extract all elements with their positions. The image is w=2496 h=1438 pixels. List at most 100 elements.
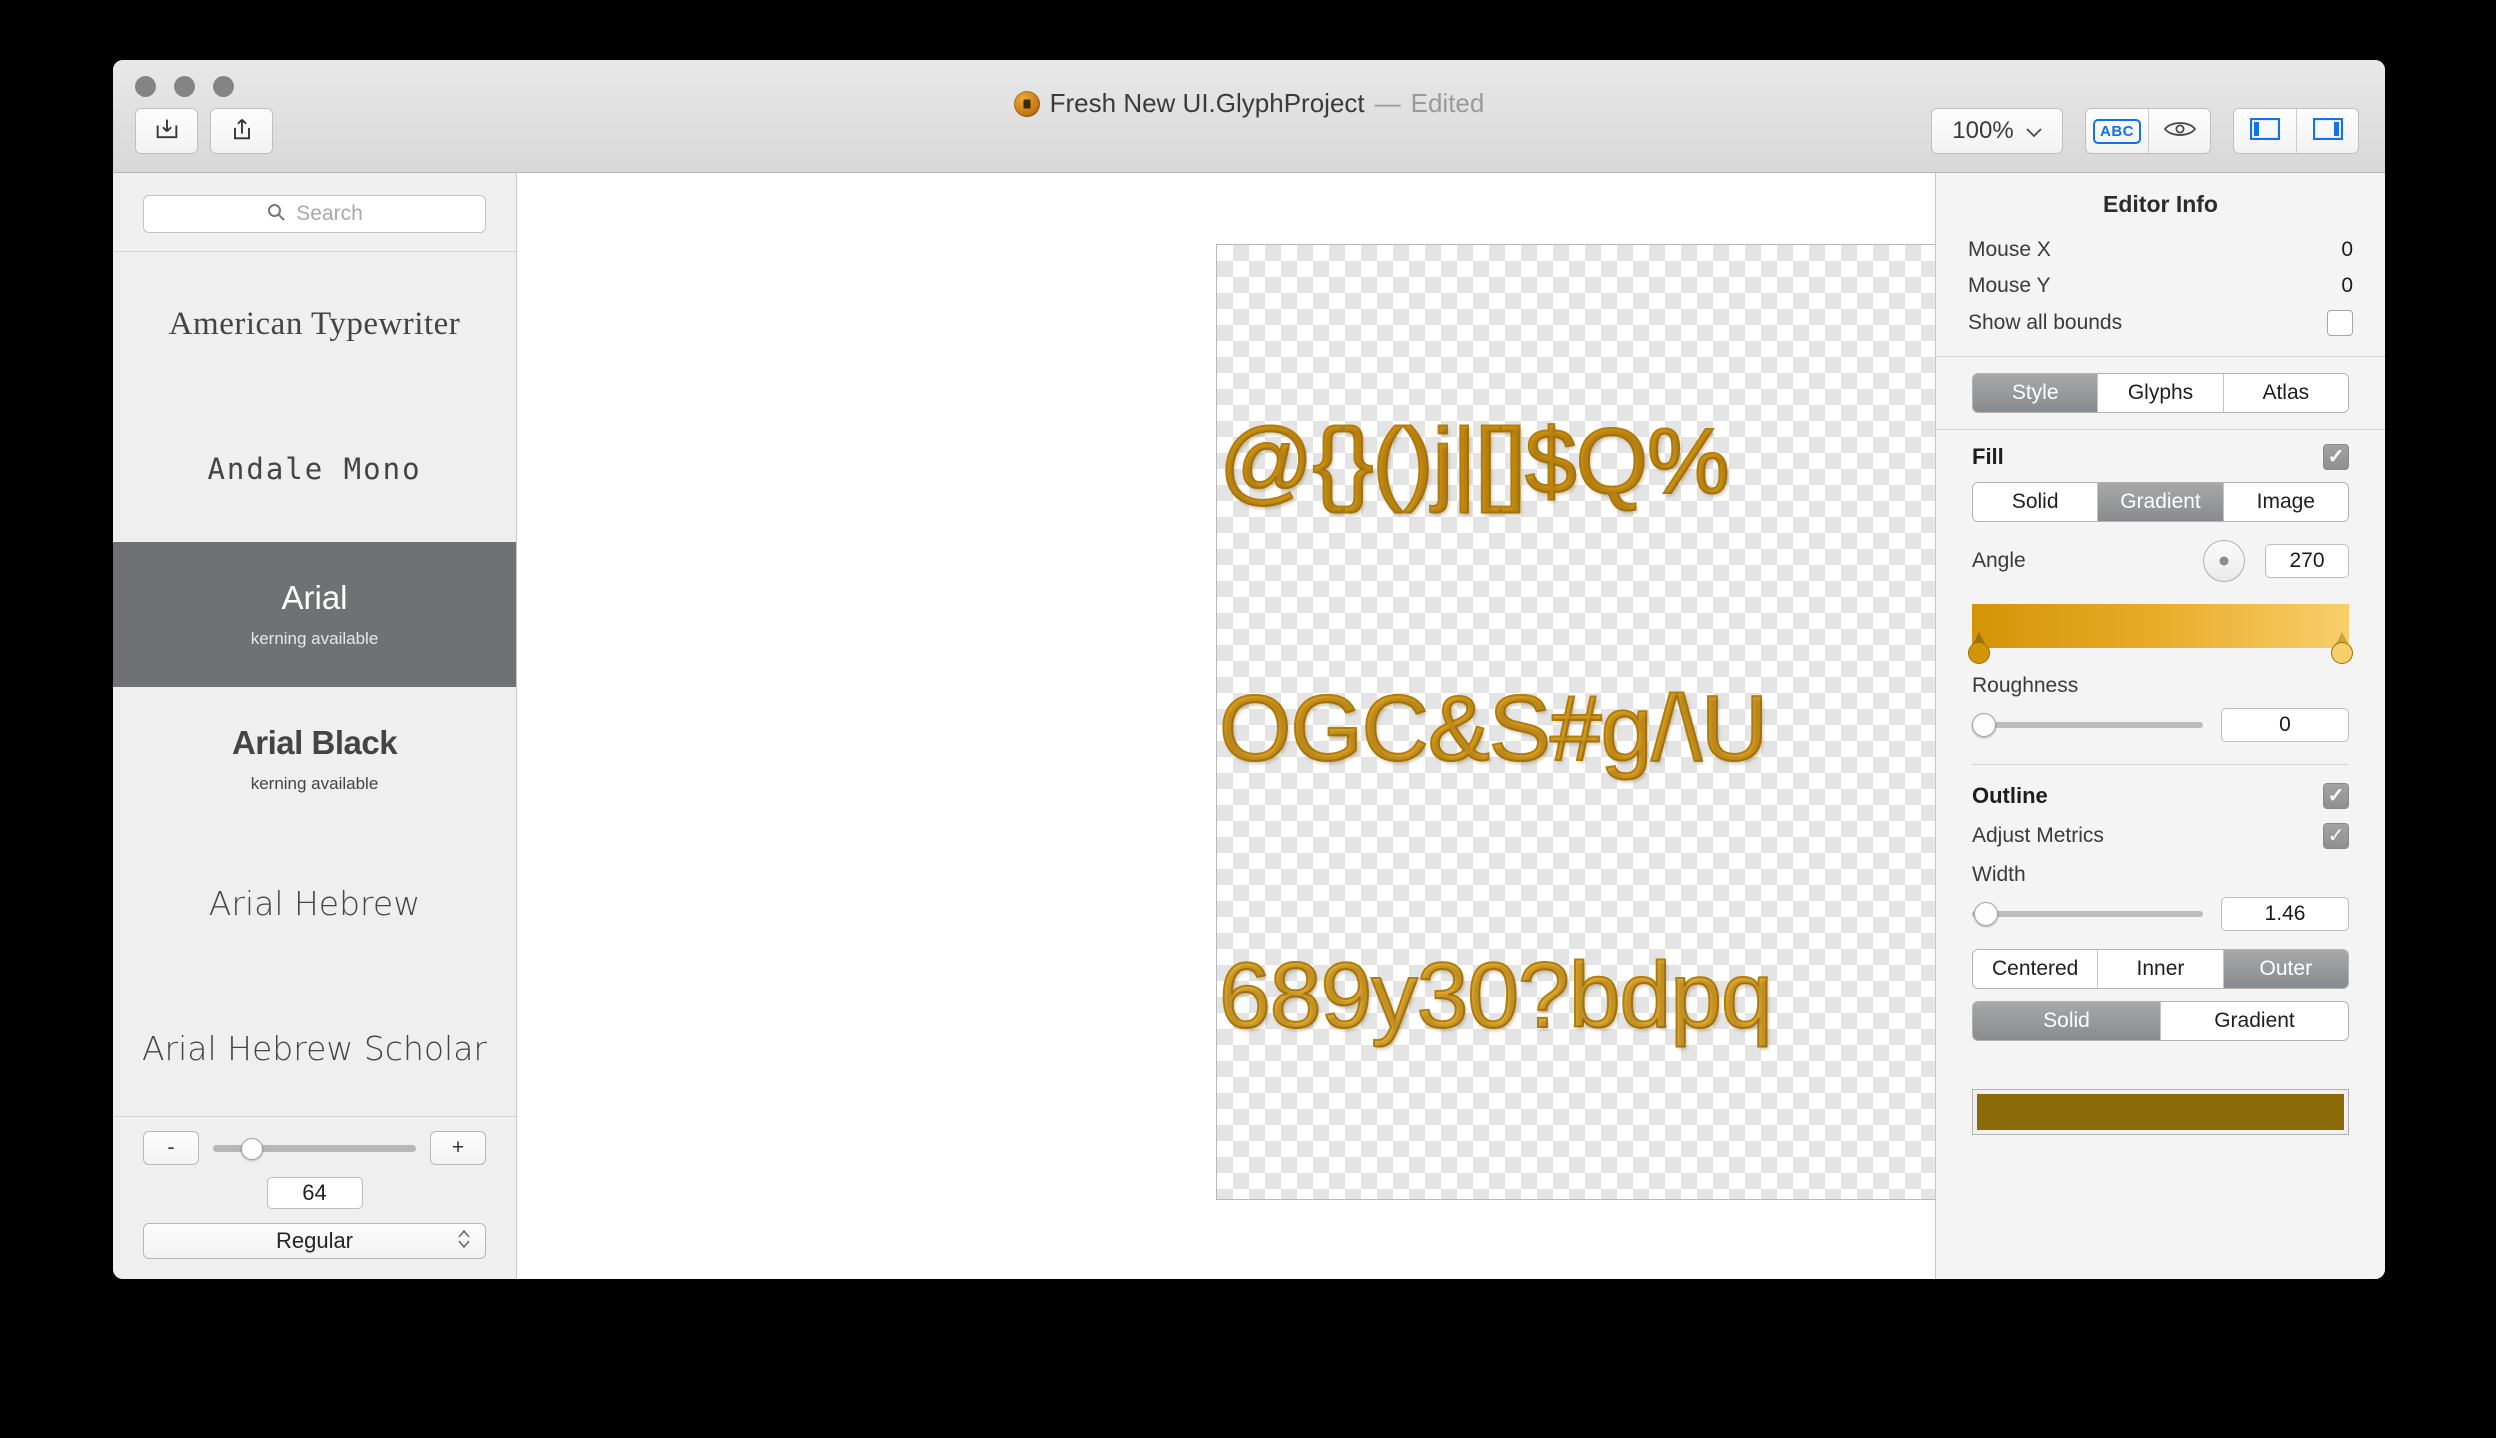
search-container: Search: [113, 173, 516, 252]
toggle-right-sidebar-button[interactable]: [2296, 109, 2358, 153]
fill-mode-image[interactable]: Image: [2222, 483, 2348, 521]
zoom-level-value: 100%: [1952, 117, 2014, 144]
font-list-item[interactable]: American Typewriter: [113, 252, 516, 397]
glyph-row: OGC&S#g/\U: [1218, 676, 1769, 780]
outline-position-inner[interactable]: Inner: [2097, 950, 2223, 988]
angle-value-field[interactable]: 270: [2265, 544, 2349, 578]
outline-color-swatch[interactable]: [1972, 1089, 2349, 1135]
glyph-rows: @{}()j|[]$Q% OGC&S#g/\U 689y30?bdpq JfWM…: [1218, 245, 1935, 1199]
roughness-slider[interactable]: [1972, 710, 2203, 740]
size-slider[interactable]: [213, 1131, 416, 1165]
font-name: Arial Hebrew: [208, 884, 421, 924]
search-placeholder: Search: [296, 202, 363, 225]
fill-mode-solid[interactable]: Solid: [1973, 483, 2098, 521]
preview-toggle[interactable]: [2148, 109, 2210, 153]
angle-dial[interactable]: [2203, 540, 2245, 582]
spellcheck-toggle[interactable]: ABC: [2086, 109, 2148, 153]
angle-label: Angle: [1972, 549, 2026, 572]
width-slider[interactable]: [1972, 899, 2203, 929]
mouse-y-row: Mouse Y 0: [1936, 268, 2385, 304]
font-list-item[interactable]: Arial Black kerning available: [113, 687, 516, 832]
eye-icon: [2163, 119, 2197, 144]
inspector-title: Editor Info: [2103, 191, 2218, 217]
fill-enabled-checkbox[interactable]: ✓: [2323, 444, 2349, 470]
fill-gradient-bar[interactable]: [1968, 604, 2353, 664]
inspector-tabs: Style Glyphs Atlas: [1972, 373, 2349, 413]
search-field[interactable]: Search: [143, 195, 486, 233]
size-row: - +: [143, 1131, 486, 1165]
show-all-bounds-checkbox[interactable]: [2327, 310, 2353, 336]
font-list-item-selected[interactable]: Arial kerning available: [113, 542, 516, 687]
size-value-field[interactable]: 64: [266, 1177, 363, 1209]
roughness-slider-track: [1972, 722, 2203, 728]
font-name: American Typewriter: [168, 306, 461, 343]
font-list-item[interactable]: Arial Hebrew Scholar: [113, 977, 516, 1116]
font-kerning-note: kerning available: [250, 628, 379, 648]
fill-heading: Fill: [1972, 444, 2004, 469]
size-increase-button[interactable]: +: [430, 1131, 486, 1165]
show-all-bounds-label: Show all bounds: [1968, 311, 2123, 334]
outline-color-fill: [1977, 1094, 2344, 1130]
outline-heading: Outline: [1972, 783, 2048, 808]
share-icon: [228, 115, 256, 148]
adjust-metrics-checkbox[interactable]: ✓: [2323, 823, 2349, 849]
outline-paint-solid[interactable]: Solid: [1973, 1002, 2160, 1040]
font-kerning-note: kerning available: [250, 773, 379, 793]
tab-style[interactable]: Style: [1973, 374, 2098, 412]
import-icon: [153, 115, 181, 148]
tab-glyphs[interactable]: Glyphs: [2097, 374, 2223, 412]
outline-paint-segment: Solid Gradient: [1972, 1001, 2349, 1041]
font-style-select[interactable]: Regular: [143, 1223, 486, 1259]
gradient-stop-end[interactable]: [2331, 632, 2353, 664]
outline-position-centered[interactable]: Centered: [1973, 950, 2098, 988]
font-name: Arial Hebrew Scholar: [141, 1029, 488, 1069]
outline-position-outer[interactable]: Outer: [2222, 950, 2348, 988]
roughness-value-field[interactable]: 0: [2221, 708, 2349, 742]
font-list-item[interactable]: Arial Hebrew: [113, 832, 516, 977]
outline-header: Outline ✓: [1972, 769, 2349, 821]
width-value-field[interactable]: 1.46: [2221, 897, 2349, 931]
font-style-value: Regular: [275, 1228, 354, 1253]
size-decrease-button[interactable]: -: [143, 1131, 199, 1165]
fill-header: Fill ✓: [1972, 430, 2349, 482]
size-slider-knob[interactable]: [241, 1138, 264, 1160]
inspector-panel: Editor Info Mouse X 0 Mouse Y 0 Show all…: [1935, 173, 2385, 1279]
tab-atlas[interactable]: Atlas: [2222, 374, 2348, 412]
width-row: 1.46: [1972, 887, 2349, 939]
font-list[interactable]: American Typewriter Andale Mono Arial ke…: [113, 252, 516, 1116]
outline-enabled-checkbox[interactable]: ✓: [2323, 783, 2349, 809]
show-left-sidebar-icon: [2249, 117, 2281, 145]
edited-status: Edited: [1410, 88, 1485, 118]
show-all-bounds-row: Show all bounds: [1936, 304, 2385, 342]
fill-mode-segment: Solid Gradient Image: [1972, 482, 2349, 522]
font-list-item[interactable]: Andale Mono: [113, 397, 516, 542]
fill-mode-gradient[interactable]: Gradient: [2097, 483, 2223, 521]
show-right-sidebar-icon: [2312, 117, 2343, 145]
roughness-slider-knob[interactable]: [1972, 713, 1996, 737]
outline-paint-gradient[interactable]: Gradient: [2160, 1002, 2348, 1040]
width-label: Width: [1972, 863, 2026, 886]
editor-canvas-area[interactable]: @{}()j|[]$Q% OGC&S#g/\U 689y30?bdpq JfWM…: [517, 173, 1935, 1279]
mouse-y-value: 0: [2341, 274, 2353, 297]
zoom-level-dropdown[interactable]: 100%: [1931, 108, 2063, 154]
chevron-down-icon: [2026, 117, 2042, 145]
mouse-x-value: 0: [2341, 238, 2353, 261]
font-size-controls: - + 64 Regular: [113, 1116, 516, 1279]
width-slider-knob[interactable]: [1974, 902, 1998, 926]
view-options-group: ABC: [2085, 108, 2211, 154]
roughness-label: Roughness: [1972, 674, 2079, 697]
divider: [1972, 764, 2349, 765]
font-sidebar: Search American Typewriter Andale Mono A…: [113, 173, 517, 1279]
title-separator: —: [1374, 88, 1401, 118]
style-section: Fill ✓ Solid Gradient Image Angle 270 Ro…: [1936, 430, 2385, 1135]
glyph-atlas-canvas[interactable]: @{}()j|[]$Q% OGC&S#g/\U 689y30?bdpq JfWM…: [1216, 244, 1935, 1200]
font-name: Arial Black: [231, 724, 398, 762]
app-icon: [1013, 90, 1040, 117]
gradient-stop-start[interactable]: [1968, 632, 1990, 664]
import-button[interactable]: [135, 108, 198, 154]
document-title: Fresh New UI.GlyphProject: [1049, 88, 1365, 118]
adjust-metrics-label: Adjust Metrics: [1972, 824, 2104, 847]
share-button[interactable]: [210, 108, 273, 154]
angle-row: Angle 270: [1972, 522, 2349, 590]
toggle-left-sidebar-button[interactable]: [2234, 109, 2296, 153]
